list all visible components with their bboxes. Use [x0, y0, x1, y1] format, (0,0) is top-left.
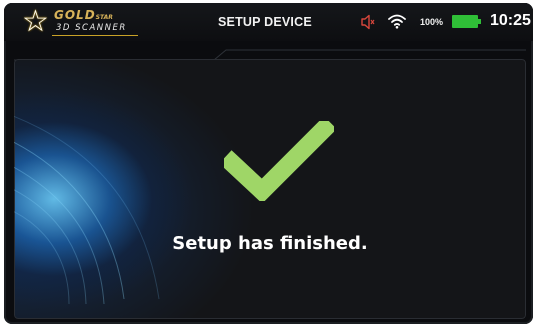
page-title: SETUP DEVICE: [218, 15, 312, 29]
main-panel: Setup has finished.: [14, 59, 526, 319]
logo-product-text: 3D SCANNER: [56, 23, 127, 33]
status-bar: ☆ GOLDSTAR 3D SCANNER SETUP DEVICE 100% …: [4, 3, 533, 41]
battery-full-icon: [452, 15, 482, 28]
background-swirl: [14, 115, 160, 305]
battery-percent: 100%: [420, 17, 444, 27]
checkmark-icon: [224, 121, 334, 201]
logo-brand-text: GOLDSTAR: [54, 8, 113, 22]
status-message: Setup has finished.: [172, 233, 368, 254]
logo-underline: [52, 35, 138, 36]
speaker-muted-icon[interactable]: [361, 14, 375, 30]
clock: 10:25: [490, 12, 531, 29]
wifi-icon[interactable]: [388, 13, 406, 29]
device-screen: ☆ GOLDSTAR 3D SCANNER SETUP DEVICE 100% …: [4, 3, 533, 324]
brand-logo: ☆ GOLDSTAR 3D SCANNER: [22, 7, 142, 41]
star-icon: ☆: [22, 4, 49, 39]
